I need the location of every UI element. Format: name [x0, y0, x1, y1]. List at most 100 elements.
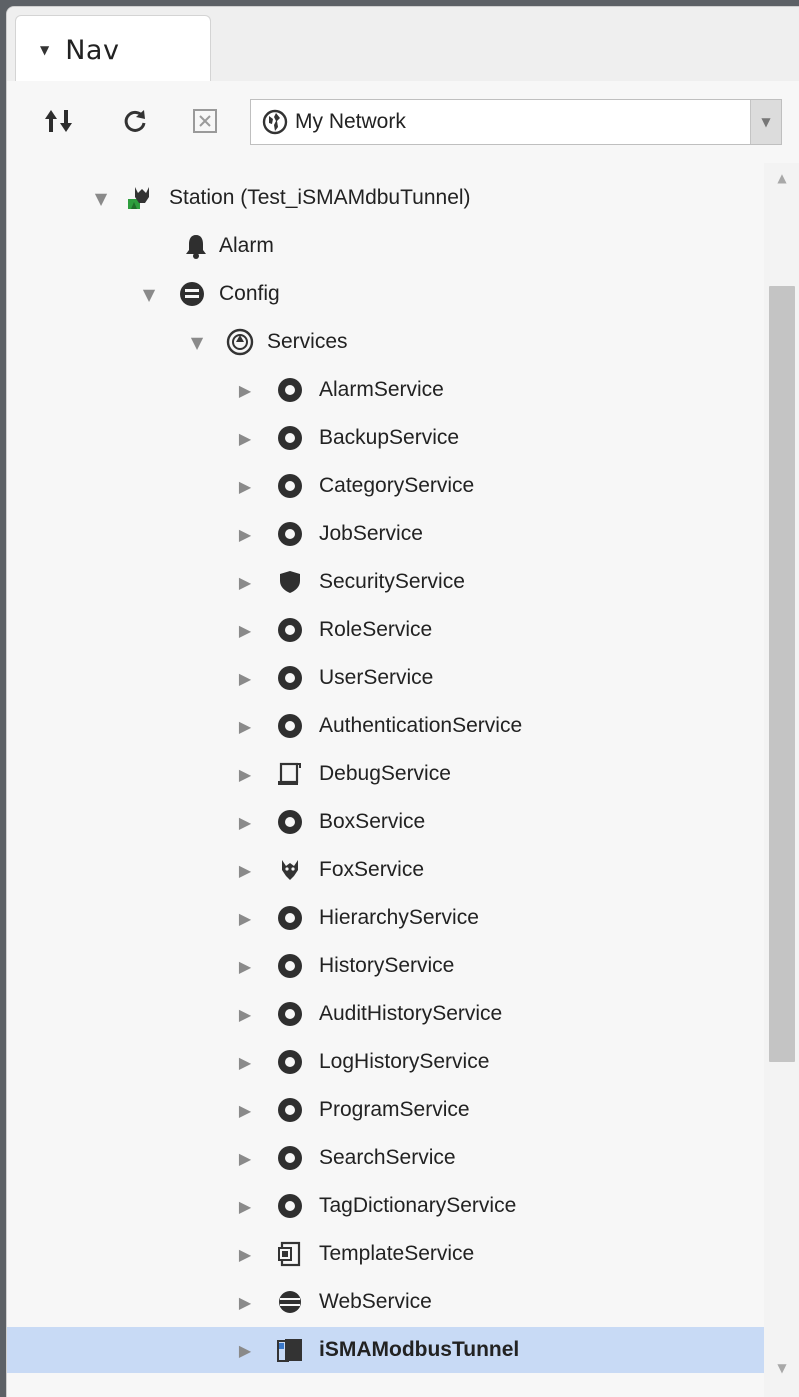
- tree-label: AuditHistoryService: [319, 1002, 503, 1025]
- tab-nav[interactable]: ▼ Nav: [15, 15, 211, 84]
- expand-toggle-icon[interactable]: ▶: [233, 703, 257, 749]
- tree-row-service[interactable]: ▶ FoxService: [7, 847, 764, 893]
- tree-label: TemplateService: [319, 1242, 475, 1265]
- expand-toggle-icon[interactable]: ▶: [233, 607, 257, 653]
- expand-toggle-icon[interactable]: ▶: [233, 367, 257, 413]
- tree-row-service[interactable]: ▶ TemplateService: [7, 1231, 764, 1277]
- tree-row-service[interactable]: ▶ WebService: [7, 1279, 764, 1325]
- tree-row-service[interactable]: ▶ HistoryService: [7, 943, 764, 989]
- tab-title: Nav: [65, 34, 120, 66]
- collapse-toggle-icon[interactable]: ▼: [137, 271, 161, 317]
- tree-label: JobService: [319, 522, 423, 545]
- expand-toggle-icon[interactable]: ▶: [233, 847, 257, 893]
- expand-toggle-icon[interactable]: ▶: [233, 895, 257, 941]
- expand-toggle-icon[interactable]: ▶: [233, 559, 257, 605]
- audit-history-service-icon: [275, 999, 305, 1029]
- nav-tree: ▼ Station (Test_iSMAMdbuTunnel) Alarm ▼: [7, 163, 764, 1397]
- scrollbar-thumb[interactable]: [769, 286, 795, 1062]
- tree-row-service[interactable]: ▶ AlarmService: [7, 367, 764, 413]
- expand-toggle-icon[interactable]: ▶: [233, 1231, 257, 1277]
- tree-label: Services: [267, 330, 348, 353]
- expand-toggle-icon[interactable]: ▶: [233, 751, 257, 797]
- tree-row-service[interactable]: ▶ JobService: [7, 511, 764, 557]
- tree-row-services[interactable]: ▼ Services: [7, 319, 764, 365]
- expand-toggle-icon[interactable]: ▶: [233, 415, 257, 461]
- tree-label: FoxService: [319, 858, 425, 881]
- lock-icon: [275, 711, 305, 741]
- expand-toggle-icon[interactable]: ▶: [233, 511, 257, 557]
- caret-down-icon[interactable]: ▼: [40, 43, 49, 57]
- nav-toolbar: My Network ▼: [7, 81, 799, 163]
- tree-label: WebService: [319, 1290, 432, 1313]
- close-button[interactable]: [187, 103, 223, 139]
- expand-toggle-icon[interactable]: ▶: [233, 463, 257, 509]
- sort-arrows-icon: [45, 110, 72, 132]
- debug-service-icon: [275, 759, 305, 789]
- tree-label: RoleService: [319, 618, 433, 641]
- modbus-tunnel-icon: [275, 1335, 305, 1365]
- tree-row-service[interactable]: ▶ TagDictionaryService: [7, 1183, 764, 1229]
- expand-toggle-icon[interactable]: ▶: [233, 1087, 257, 1133]
- expand-toggle-icon[interactable]: ▶: [233, 943, 257, 989]
- tree-row-service[interactable]: ▶ AuthenticationService: [7, 703, 764, 749]
- expand-toggle-icon[interactable]: ▶: [233, 1135, 257, 1181]
- tree-label: Alarm: [219, 234, 274, 257]
- tree-label: DebugService: [319, 762, 451, 785]
- vertical-scrollbar[interactable]: ▲ ▼: [764, 163, 799, 1397]
- tree-row-service[interactable]: ▶ LogHistoryService: [7, 1039, 764, 1085]
- tree-row-service[interactable]: ▶ HierarchyService: [7, 895, 764, 941]
- expand-toggle-icon[interactable]: ▶: [233, 799, 257, 845]
- tree-row-service[interactable]: ▶ RoleService: [7, 607, 764, 653]
- tree-row-service[interactable]: ▶ SecurityService: [7, 559, 764, 605]
- tree-label: CategoryService: [319, 474, 475, 497]
- tree-row-service[interactable]: ▶ ProgramService: [7, 1087, 764, 1133]
- job-service-icon: [275, 519, 305, 549]
- tree-label: SecurityService: [319, 570, 465, 593]
- close-box-icon: [193, 109, 217, 133]
- web-service-icon: [275, 1287, 305, 1317]
- alarm-service-icon: [275, 375, 305, 405]
- log-history-service-icon: [275, 1047, 305, 1077]
- tree-label: BackupService: [319, 426, 460, 449]
- tree-label: iSMAModbusTunnel: [319, 1338, 520, 1361]
- tree-label: HierarchyService: [319, 906, 479, 929]
- tree-label: Config: [219, 282, 280, 305]
- sort-button[interactable]: [41, 103, 77, 139]
- tree-label: TagDictionaryService: [319, 1194, 517, 1217]
- tree-row-service[interactable]: ▶ DebugService: [7, 751, 764, 797]
- tag-dictionary-service-icon: [275, 1191, 305, 1221]
- dropdown-arrow-icon[interactable]: ▼: [750, 100, 781, 144]
- refresh-icon: [124, 110, 146, 132]
- expand-toggle-icon[interactable]: ▶: [233, 1183, 257, 1229]
- tree-row-service[interactable]: ▶ BackupService: [7, 415, 764, 461]
- tree-row-service[interactable]: ▶ SearchService: [7, 1135, 764, 1181]
- tree-row-service[interactable]: ▶ BoxService: [7, 799, 764, 845]
- tree-row-service[interactable]: ▶ AuditHistoryService: [7, 991, 764, 1037]
- collapse-toggle-icon[interactable]: ▼: [185, 319, 209, 365]
- station-icon: [125, 183, 155, 213]
- search-service-icon: [275, 1143, 305, 1173]
- tree-row-station[interactable]: ▼ Station (Test_iSMAMdbuTunnel): [7, 175, 764, 221]
- tree-label: HistoryService: [319, 954, 455, 977]
- nav-panel: ▼ Nav My Network ▼ ▼ Station (Test_iSMAM…: [6, 6, 799, 1397]
- expand-toggle-icon[interactable]: ▶: [233, 1039, 257, 1085]
- expand-toggle-icon[interactable]: ▶: [233, 655, 257, 701]
- category-service-icon: [275, 471, 305, 501]
- tree-row-service[interactable]: ▶ iSMAModbusTunnel: [7, 1327, 764, 1373]
- tree-row-alarm[interactable]: Alarm: [7, 223, 764, 269]
- tree-row-config[interactable]: ▼ Config: [7, 271, 764, 317]
- scroll-up-icon[interactable]: ▲: [764, 163, 799, 193]
- program-service-icon: [275, 1095, 305, 1125]
- tree-row-service[interactable]: ▶ CategoryService: [7, 463, 764, 509]
- hierarchy-service-icon: [275, 903, 305, 933]
- tab-strip: ▼ Nav: [7, 7, 799, 84]
- tree-label: Station (Test_iSMAMdbuTunnel): [169, 186, 471, 209]
- refresh-button[interactable]: [117, 103, 153, 139]
- expand-toggle-icon[interactable]: ▶: [233, 1279, 257, 1325]
- tree-row-service[interactable]: ▶ UserService: [7, 655, 764, 701]
- scroll-down-icon[interactable]: ▼: [764, 1353, 799, 1383]
- expand-toggle-icon[interactable]: ▶: [233, 1327, 257, 1373]
- expand-toggle-icon[interactable]: ▶: [233, 991, 257, 1037]
- location-select[interactable]: My Network ▼: [250, 99, 782, 145]
- collapse-toggle-icon[interactable]: ▼: [89, 175, 113, 221]
